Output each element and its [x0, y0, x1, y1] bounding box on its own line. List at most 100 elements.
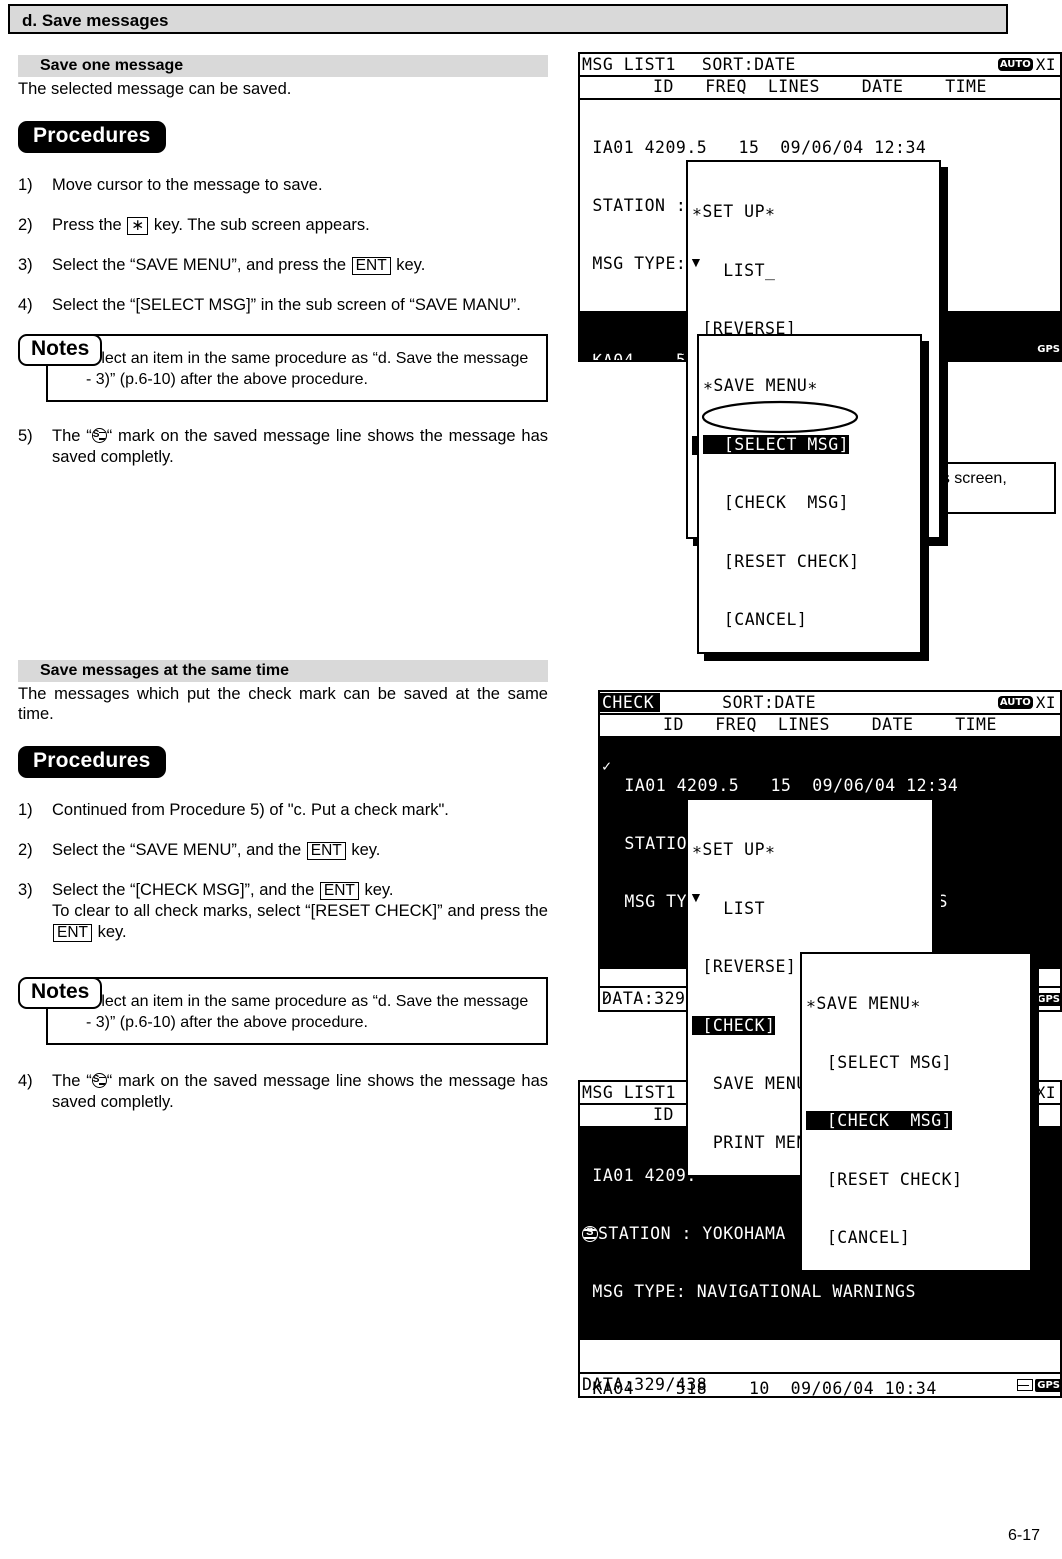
step-text: Move cursor to the message to save. [52, 176, 323, 194]
row-line-3: MSG TYPE: NAVIGATIONAL WARNINGS [582, 1281, 916, 1301]
auto-badge-icon: AUTO [997, 57, 1033, 71]
step-item: 3) Select the “SAVE MENU”, and press the… [18, 255, 548, 276]
step-text-cont: “ mark on the saved message line shows t… [52, 1072, 548, 1111]
step-text: The “ [52, 427, 92, 445]
save-one-message-intro: The selected message can be saved. [18, 80, 292, 98]
save-one-message-section: Save one message The selected message ca… [18, 55, 548, 468]
menu-item-list[interactable]: LIST [692, 899, 928, 919]
step-text: Press the [52, 216, 127, 234]
step-number: 4) [18, 1072, 33, 1090]
notes-text: - Select an item in the same procedure a… [72, 350, 529, 388]
envelope-icon [1017, 343, 1034, 355]
auto-badge-icon: AUTO [997, 695, 1033, 709]
notes-box-2: Notes - Select an item in the same proce… [18, 977, 548, 1045]
step-number: 2) [18, 841, 33, 859]
save-mark-icon: S [91, 428, 107, 443]
step-number: 3) [18, 256, 33, 274]
notes-box-1: Notes - Select an item in the same proce… [18, 334, 548, 402]
lcd-sort-label: SORT:DATE [701, 54, 796, 74]
gps-badge-icon: GPS [1035, 342, 1060, 356]
lcd-title: MSG LIST1 [582, 1082, 676, 1102]
xi-indicator: XI [1035, 692, 1056, 712]
menu-item-cancel[interactable]: [CANCEL] [806, 1228, 1026, 1248]
step-text-cont: key. [359, 881, 394, 899]
step-number: 2) [18, 216, 33, 234]
scroll-down-triangle-icon[interactable]: ▼ [689, 255, 703, 269]
step-number: 5) [18, 427, 33, 445]
step-number: 1) [18, 176, 33, 194]
lcd-column-headers: ID FREQ LINES DATE TIME [580, 77, 1060, 100]
menu-item-list[interactable]: LIST_ [692, 261, 935, 281]
save-mark-icon: S [582, 1226, 598, 1242]
envelope-icon [1017, 1379, 1034, 1391]
step-text-2-cont: key. [93, 923, 127, 941]
menu-item-check-msg[interactable]: [CHECK MSG] [703, 493, 916, 513]
xi-indicator: XI [1035, 54, 1056, 74]
notes-label: Notes [18, 334, 103, 366]
menu-item-select-msg[interactable]: [SELECT MSG] [703, 434, 850, 454]
step-text: Select the “[SELECT MSG]” in the sub scr… [52, 296, 521, 314]
step-text-cont: key. The sub screen appears. [149, 216, 370, 234]
menu-item-check[interactable]: [CHECK] [692, 1015, 776, 1035]
step-item: 2) Press the ∗ key. The sub screen appea… [18, 215, 548, 236]
cancel-highlight-ellipse [701, 400, 859, 434]
setup-popup-title: ∗SET UP∗ [692, 202, 776, 221]
gps-badge-icon: GPS [1035, 992, 1060, 1006]
ent-key[interactable]: ENT [351, 257, 391, 275]
menu-item-reset-check[interactable]: [RESET CHECK] [703, 552, 916, 572]
step-number: 4) [18, 296, 33, 314]
step-item: 1) Continued from Procedure 5) of "c. Pu… [18, 800, 548, 821]
procedures-pill-1: Procedures [18, 121, 166, 153]
lcd-footer: DATA:329/438 GPS [580, 1372, 1060, 1396]
step-item: 4) The “S “ mark on the saved message lin… [18, 1071, 548, 1113]
lcd-title: CHECK [600, 692, 661, 713]
save-menu-popup-2[interactable]: ∗SAVE MENU∗ [SELECT MSG] [CHECK MSG] [RE… [800, 952, 1032, 1272]
menu-item-check-msg[interactable]: [CHECK MSG] [806, 1111, 953, 1130]
subheading-save-messages-same-time: Save messages at the same time [18, 660, 548, 682]
step-item: 3) Select the “[CHECK MSG]”, and the ENT… [18, 880, 548, 943]
scroll-down-triangle-icon[interactable]: ▼ [582, 323, 591, 337]
lcd-sort-label: SORT:DATE [722, 692, 817, 712]
step-text: Select the “SAVE MENU”, and the [52, 841, 306, 859]
step-text-cont: “ mark on the saved message line shows t… [52, 427, 548, 466]
menu-item-reset-check[interactable]: [RESET CHECK] [806, 1170, 1026, 1190]
lcd-title: MSG LIST1 [582, 54, 676, 74]
ent-key[interactable]: ENT [306, 842, 346, 860]
lcd-header: CHECK SORT:DATE AUTO XI [600, 692, 1060, 715]
check-mark-icon: ✓ [602, 757, 612, 775]
lcd-column-headers: ID FREQ LINES DATE TIME [600, 715, 1060, 738]
page-title: d. Save messages [8, 4, 1008, 34]
asterisk-key[interactable]: ∗ [127, 217, 149, 235]
row-line-1: IA01 4209.5 15 09/06/04 12:34 [614, 776, 959, 796]
step-text-cont: key. [346, 841, 381, 859]
procedures-pill-2: Procedures [18, 746, 166, 778]
step-item: 5) The “S “ mark on the saved message lin… [18, 426, 548, 468]
notes-label: Notes [18, 977, 103, 1009]
page-number: 6-17 [1007, 1527, 1040, 1544]
ent-key[interactable]: ENT [53, 924, 92, 942]
gps-badge-icon: GPS [1035, 1378, 1060, 1392]
subheading-save-one-message: Save one message [18, 55, 548, 77]
notes-text: - Select an item in the same procedure a… [72, 993, 529, 1031]
save-same-time-intro: The messages which put the check mark ca… [18, 685, 548, 723]
save-menu-popup-1[interactable]: ∗SAVE MENU∗ [SELECT MSG] [CHECK MSG] [RE… [697, 334, 922, 654]
step-item: 1) Move cursor to the message to save. [18, 175, 548, 196]
step-text: The “ [52, 1072, 92, 1090]
ent-key[interactable]: ENT [319, 882, 359, 900]
row-line-2: STATION : YOKOHAMA [598, 1224, 786, 1243]
menu-item-cancel[interactable]: [CANCEL] [703, 610, 916, 630]
setup-popup-title: ∗SET UP∗ [692, 840, 776, 859]
scroll-down-triangle-icon[interactable]: ▼ [689, 890, 703, 904]
step-text-2: To clear to all check marks, select “[RE… [52, 902, 548, 920]
step-text: Select the “SAVE MENU”, and press the [52, 256, 351, 274]
step-text: Select the “[CHECK MSG]”, and the [52, 881, 319, 899]
save-popup-title: ∗SAVE MENU∗ [703, 376, 818, 395]
lcd-status-badges: AUTO XI [997, 54, 1060, 74]
step-number: 3) [18, 881, 33, 899]
save-mark-icon: S [91, 1073, 107, 1088]
data-count-label: DATA:329/438 [582, 1375, 708, 1395]
lcd-status-badges: AUTO XI [997, 692, 1060, 712]
menu-item-select-msg[interactable]: [SELECT MSG] [806, 1053, 1026, 1073]
save-popup-title: ∗SAVE MENU∗ [806, 994, 921, 1013]
save-messages-same-time-section: Save messages at the same time The messa… [18, 660, 548, 1113]
